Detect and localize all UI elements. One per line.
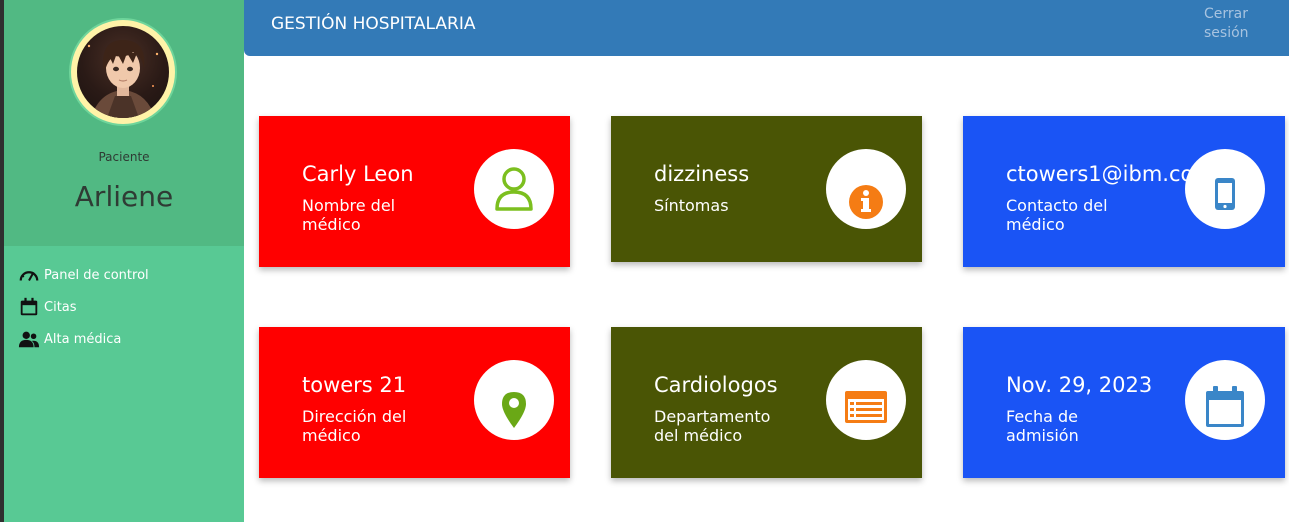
admission-date-card: Nov. 29, 2023 Fecha de admisión [963, 327, 1285, 478]
doctor-name-card: Carly Leon Nombre del médico [259, 116, 570, 267]
card-value: Carly Leon [302, 162, 414, 186]
avatar-picture [77, 26, 169, 118]
user-outline-icon [495, 167, 533, 211]
card-icon-circle [474, 149, 554, 229]
card-label-line1: Nombre del [302, 196, 396, 215]
card-label-line2: médico [1006, 215, 1065, 234]
sidebar-item-discharge[interactable]: Alta médica [18, 323, 149, 355]
card-label-line2: admisión [1006, 426, 1079, 445]
info-icon [849, 185, 883, 219]
app-title: GESTIÓN HOSPITALARIA [271, 14, 476, 34]
sidebar-item-label: Panel de control [44, 267, 149, 283]
contact-card: ctowers1@ibm.com Contacto del médico [963, 116, 1285, 267]
card-value: dizziness [654, 162, 750, 186]
card-icon-circle [474, 360, 554, 440]
card-label: Dirección del médico [302, 407, 452, 445]
profile-panel: Paciente Arliene [4, 0, 244, 246]
sidebar-item-label: Alta médica [44, 331, 122, 347]
sidebar-item-dashboard[interactable]: Panel de control [18, 259, 149, 291]
card-label: Nombre del médico [302, 196, 452, 234]
list-card-icon [845, 391, 887, 423]
card-label-line1: Fecha de [1006, 407, 1078, 426]
logout-link[interactable]: Cerrar sesión [1204, 5, 1264, 43]
card-label-line1: Síntomas [654, 196, 729, 215]
app-root: Paciente Arliene Panel de control Citas … [0, 0, 1289, 522]
card-value: ctowers1@ibm.com [1006, 162, 1214, 186]
card-value: Cardiologos [654, 373, 778, 397]
card-label-line2: médico [302, 215, 361, 234]
card-label-line2: del médico [654, 426, 743, 445]
avatar [71, 20, 175, 124]
sidebar-item-appointments[interactable]: Citas [18, 291, 149, 323]
calendar-icon [1206, 386, 1244, 427]
card-label-line1: Dirección del [302, 407, 407, 426]
card-icon-circle [1185, 149, 1265, 229]
symptoms-card: dizziness Síntomas [611, 116, 922, 262]
card-value: Nov. 29, 2023 [1006, 373, 1153, 397]
card-icon-circle [826, 360, 906, 440]
department-card: Cardiologos Departamento del médico [611, 327, 922, 478]
mobile-phone-icon [1215, 178, 1235, 210]
user-name: Arliene [74, 180, 174, 213]
sidebar: Paciente Arliene Panel de control Citas … [4, 0, 244, 522]
top-header: GESTIÓN HOSPITALARIA Cerrar sesión [244, 0, 1289, 56]
sidebar-nav: Panel de control Citas Alta médica [18, 259, 149, 355]
card-label-line1: Departamento [654, 407, 771, 426]
card-label-line1: Contacto del [1006, 196, 1108, 215]
card-label: Síntomas [654, 196, 804, 215]
card-label: Contacto del médico [1006, 196, 1156, 234]
sidebar-item-label: Citas [44, 299, 77, 315]
card-label-line2: médico [302, 426, 361, 445]
dashboard-gauge-icon [19, 271, 39, 281]
card-label: Departamento del médico [654, 407, 804, 445]
address-card: towers 21 Dirección del médico [259, 327, 570, 478]
logout-line2: sesión [1204, 25, 1249, 41]
user-role-label: Paciente [98, 150, 150, 164]
card-icon-circle [826, 149, 906, 229]
logout-line1: Cerrar [1204, 6, 1248, 22]
map-marker-icon [502, 392, 526, 428]
card-label: Fecha de admisión [1006, 407, 1156, 445]
card-value: towers 21 [302, 373, 407, 397]
calendar-icon [20, 297, 38, 316]
users-icon [18, 331, 40, 348]
card-icon-circle [1185, 360, 1265, 440]
